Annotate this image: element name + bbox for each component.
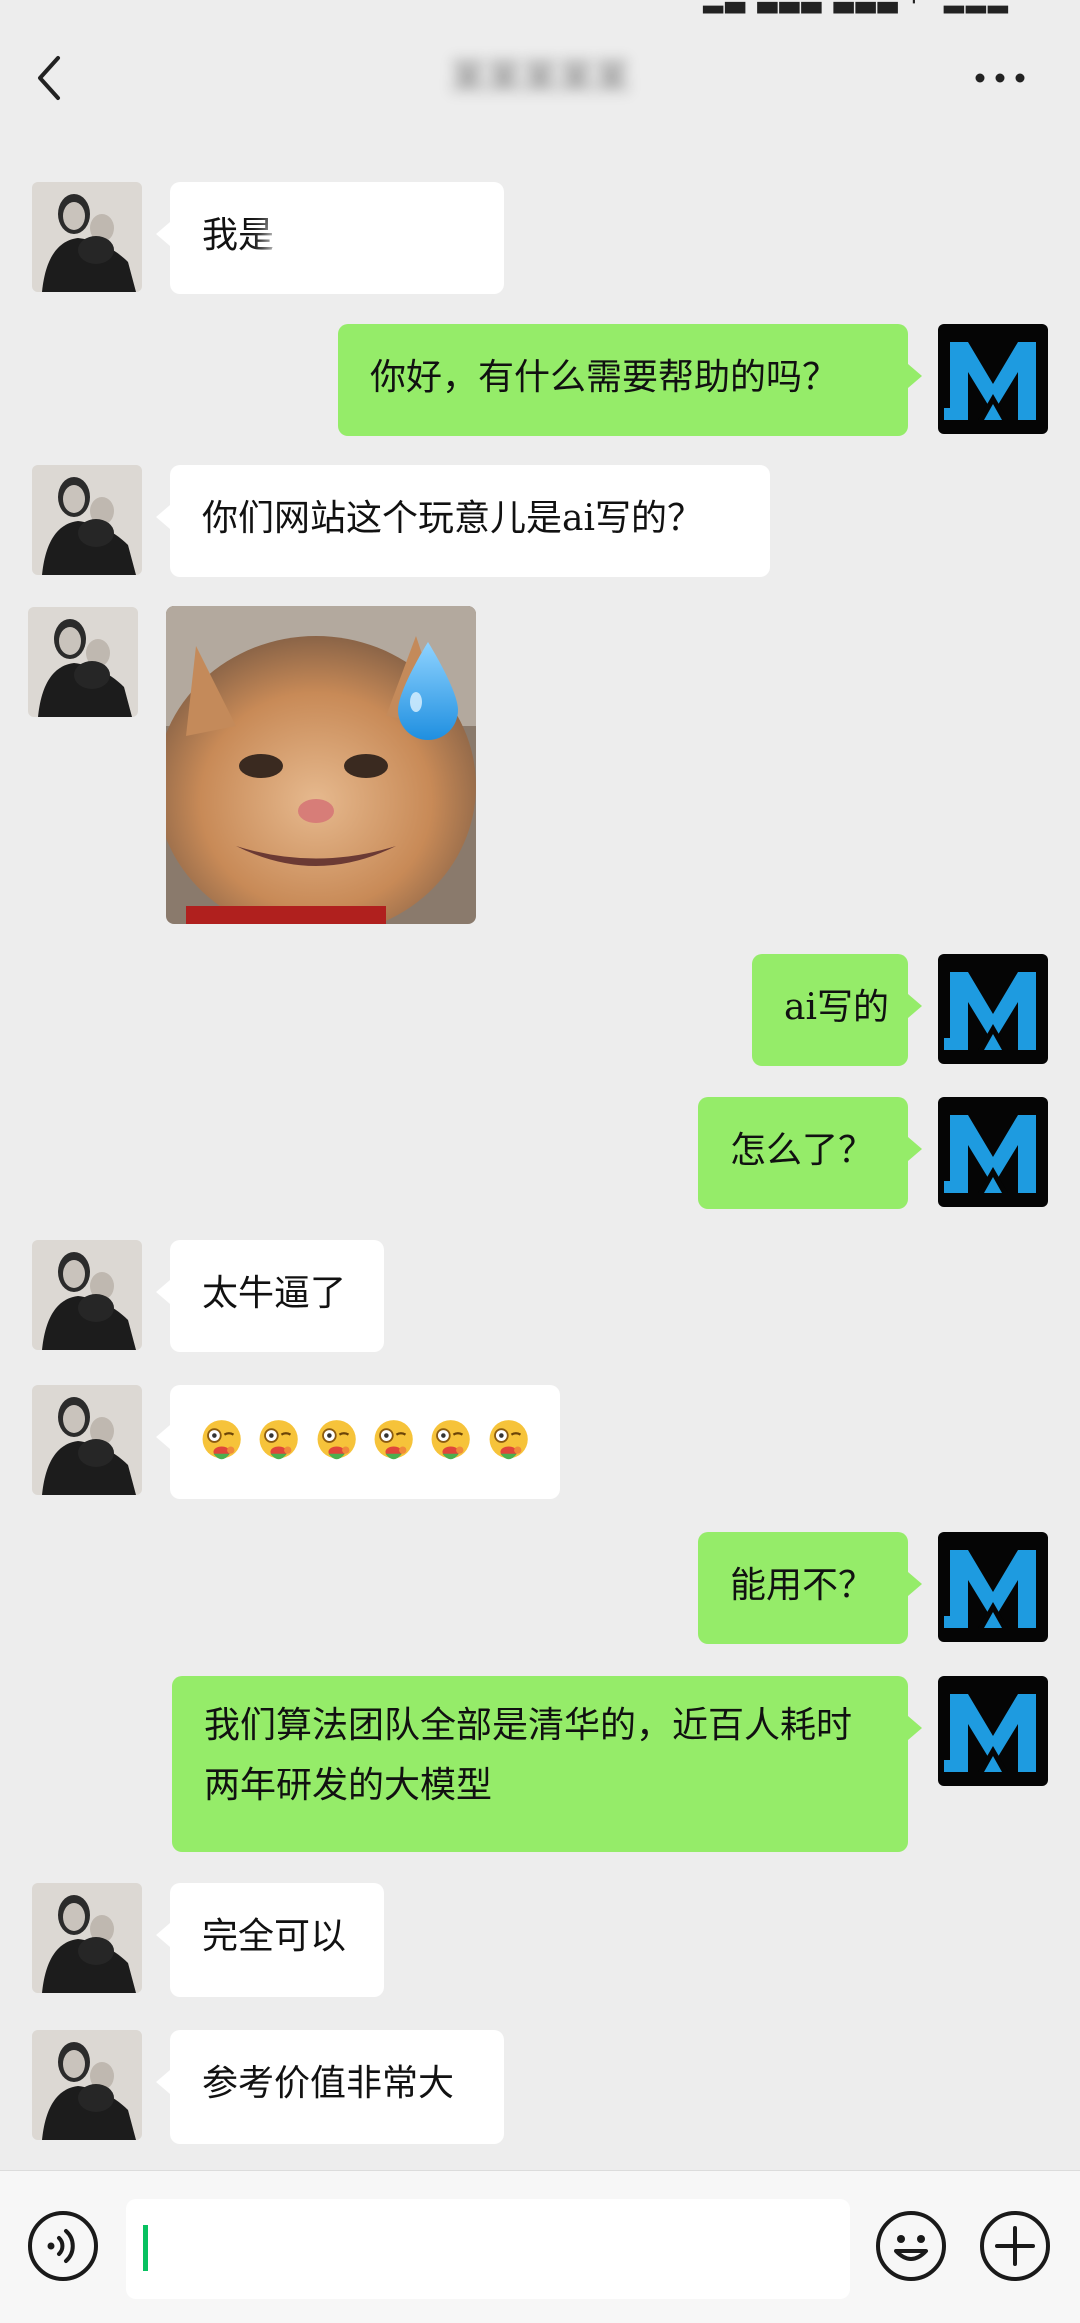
contact-avatar-image — [32, 182, 142, 292]
message-input[interactable] — [126, 2199, 850, 2299]
self-avatar-image — [938, 1097, 1048, 1207]
self-avatar-image — [938, 954, 1048, 1064]
contact-avatar[interactable] — [32, 465, 142, 575]
input-bar — [0, 2170, 1080, 2323]
self-avatar-image — [938, 324, 1048, 434]
cat-sweat-sticker[interactable] — [166, 606, 476, 924]
message-bubble-incoming[interactable]: 完全可以 — [156, 1883, 384, 1997]
self-avatar[interactable] — [938, 1676, 1048, 1786]
status-bar: ▂▃ ▃▃▃ ▃▃▃ ⌐ ▂▂▂ — [0, 0, 1080, 28]
message-text: 我们算法团队全部是清华的，近百人耗时两年研发的大模型 — [204, 1705, 853, 1806]
more-horizontal-icon — [975, 73, 1025, 83]
message-text: 能用不？ — [730, 1565, 875, 1606]
self-avatar[interactable] — [938, 954, 1048, 1064]
message-bubble-incoming[interactable] — [156, 1385, 560, 1499]
message-bubble-outgoing[interactable]: 怎么了？ — [698, 1097, 922, 1209]
contact-avatar[interactable] — [32, 182, 142, 292]
self-avatar-image — [938, 1676, 1048, 1786]
contact-name: 某某某某某 — [449, 57, 630, 98]
contact-avatar[interactable] — [32, 1240, 142, 1350]
message-text: 太牛逼了 — [202, 1273, 347, 1314]
message-bubble-outgoing[interactable]: ai写的 — [752, 954, 922, 1066]
chevron-left-icon — [38, 56, 60, 100]
self-avatar-image — [938, 1532, 1048, 1642]
self-avatar[interactable] — [938, 1532, 1048, 1642]
message-text: 我是 — [202, 215, 275, 256]
self-avatar[interactable] — [938, 324, 1048, 434]
face-with-monocle-eating-emoji — [427, 1415, 474, 1467]
message-text: 参考价值非常大 — [202, 2063, 455, 2104]
message-bubble-outgoing[interactable]: 能用不？ — [698, 1532, 922, 1644]
cat-sweat-sticker-image — [166, 606, 476, 924]
chat-title: 某某某某某 — [300, 48, 780, 108]
plus-button[interactable] — [978, 2209, 1052, 2283]
redaction-blur — [268, 212, 488, 268]
message-text: 完全可以 — [202, 1916, 347, 1957]
voice-icon — [28, 2211, 98, 2281]
message-text: 怎么了？ — [730, 1130, 875, 1171]
message-bubble-incoming[interactable]: 你们网站这个玩意儿是ai写的？ — [156, 465, 770, 577]
message-text: ai写的 — [784, 987, 889, 1028]
status-icons: ▂▃ ▃▃▃ ▃▃▃ ⌐ ▂▂▂ — [703, 0, 1010, 14]
text-caret — [143, 2225, 148, 2271]
emoji-button[interactable] — [874, 2209, 948, 2283]
contact-avatar[interactable] — [32, 2030, 142, 2140]
top-bar: ▂▃ ▃▃▃ ▃▃▃ ⌐ ▂▂▂ 某某某某某 — [0, 0, 1080, 135]
back-button[interactable] — [28, 52, 76, 104]
face-with-monocle-eating-emoji — [255, 1415, 302, 1467]
contact-avatar-image — [32, 465, 142, 575]
emoji-icon — [876, 2211, 946, 2281]
more-options-button[interactable] — [970, 60, 1030, 96]
voice-button[interactable] — [26, 2209, 100, 2283]
contact-avatar-image — [32, 1240, 142, 1350]
message-text: 你们网站这个玩意儿是ai写的？ — [202, 498, 703, 539]
contact-avatar[interactable] — [32, 1883, 142, 1993]
message-bubble-incoming[interactable]: 参考价值非常大 — [156, 2030, 504, 2144]
contact-avatar-image — [32, 2030, 142, 2140]
emoji-row — [198, 1411, 532, 1471]
contact-avatar-image — [28, 607, 138, 717]
face-with-monocle-eating-emoji — [370, 1415, 417, 1467]
contact-avatar[interactable] — [28, 607, 138, 717]
message-bubble-outgoing[interactable]: 你好，有什么需要帮助的吗？ — [338, 324, 922, 436]
message-bubble-incoming[interactable]: 我是 — [156, 182, 504, 294]
message-bubble-outgoing[interactable]: 我们算法团队全部是清华的，近百人耗时两年研发的大模型 — [172, 1676, 922, 1852]
plus-icon — [980, 2211, 1050, 2281]
message-bubble-incoming[interactable]: 太牛逼了 — [156, 1240, 384, 1352]
contact-avatar-image — [32, 1883, 142, 1993]
message-text: 你好，有什么需要帮助的吗？ — [370, 357, 839, 398]
face-with-monocle-eating-emoji — [198, 1415, 245, 1467]
contact-avatar[interactable] — [32, 1385, 142, 1495]
self-avatar[interactable] — [938, 1097, 1048, 1207]
face-with-monocle-eating-emoji — [485, 1415, 532, 1467]
contact-avatar-image — [32, 1385, 142, 1495]
face-with-monocle-eating-emoji — [313, 1415, 360, 1467]
